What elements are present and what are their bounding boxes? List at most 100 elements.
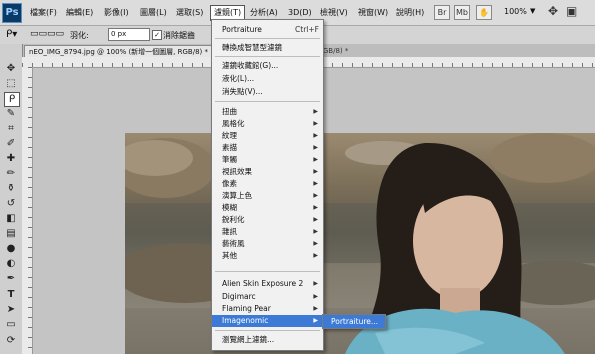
marquee-tool-icon[interactable]: ⬚ [4,77,18,90]
menu-item-label: 液化(L)... [222,74,255,83]
menu-item-noise[interactable]: 雜訊 ▶ [212,226,323,238]
menu-item-label: 藝術風 [222,239,245,248]
pen-tool-icon[interactable]: ✒ [4,272,18,285]
mini-bridge-icon[interactable]: Mb [454,5,470,20]
selection-mode-icon[interactable]: ▭▭▭▭ [30,29,64,39]
menu-item-label: 消失點(V)... [222,87,263,96]
menu-item-label: 視訊效果 [222,167,252,176]
menu-item-liquify[interactable]: 液化(L)... [212,73,323,85]
feather-input[interactable]: 0 px [108,28,150,41]
menu-item-vanishing-point[interactable]: 消失點(V)... [212,86,323,98]
healing-brush-tool-icon[interactable]: ✚ [4,152,18,165]
menu-item-sketch[interactable]: 素描 ▶ [212,142,323,154]
submenu-arrow-icon: ▶ [313,216,318,223]
quick-select-tool-icon[interactable]: ✎ [4,107,18,120]
menu-item-label: 紋理 [222,131,237,140]
submenu-arrow-icon: ▶ [313,228,318,235]
menu-item-distort[interactable]: 扭曲 ▶ [212,106,323,118]
3d-rotate-tool-icon[interactable]: ⟳ [4,334,18,347]
menu-item-label: 素描 [222,143,237,152]
submenu-arrow-icon: ▶ [313,132,318,139]
menu-item-label: Alien Skin Exposure 2 [222,279,304,288]
menu-item-smart-filters[interactable]: 轉換成智慧型濾鏡 [212,42,323,54]
antialias-label: 消除鋸齒 [163,31,195,40]
clone-stamp-tool-icon[interactable]: ⚱ [4,182,18,195]
menu-3d[interactable]: 3D(D) [288,7,312,19]
bridge-icon[interactable]: Br [434,5,450,20]
submenu-arrow-icon: ▶ [313,240,318,247]
blur-tool-icon[interactable]: ● [4,242,18,255]
shape-tool-icon[interactable]: ▭ [4,318,18,331]
gradient-tool-icon[interactable]: ▤ [4,227,18,240]
feather-label: 羽化: [70,31,89,40]
menu-image[interactable]: 影像(I) [104,7,129,19]
chevron-down-icon[interactable]: ▼ [530,7,535,15]
menu-item-brush-strokes[interactable]: 筆觸 ▶ [212,154,323,166]
menu-item-artistic[interactable]: 藝術風 ▶ [212,238,323,250]
menu-item-sharpen[interactable]: 銳利化 ▶ [212,214,323,226]
menu-item-label: 筆觸 [222,155,237,164]
dodge-tool-icon[interactable]: ◐ [4,257,18,270]
menu-item-alien-skin[interactable]: Alien Skin Exposure 2 ▶ [212,278,323,290]
menu-view[interactable]: 檢視(V) [320,7,348,19]
menu-file[interactable]: 檔案(F) [30,7,57,19]
menu-item-browse-online[interactable]: 瀏覽網上濾鏡... [212,334,323,346]
eyedropper-tool-icon[interactable]: ✐ [4,137,18,150]
move-tool-icon[interactable]: ✥ [4,62,18,75]
type-tool-icon[interactable]: T [4,288,18,301]
crop-tool-icon[interactable]: ⌗ [4,122,18,135]
menu-divider [215,271,320,272]
menu-item-label: Digimarc [222,292,256,301]
menu-item-label: Flaming Pear [222,304,271,313]
menu-select[interactable]: 選取(S) [176,7,203,19]
menu-item-digimarc[interactable]: Digimarc ▶ [212,291,323,303]
photoshop-logo-icon[interactable]: Ps [2,3,22,23]
submenu-item-portraiture[interactable]: Portraiture... [323,315,385,328]
menu-item-render[interactable]: 演算上色 ▶ [212,190,323,202]
menu-item-pixelate[interactable]: 像素 ▶ [212,178,323,190]
menu-window[interactable]: 視窗(W) [358,7,388,19]
menu-item-last-filter[interactable]: Portraiture Ctrl+F [212,24,323,36]
submenu-arrow-icon: ▶ [313,280,318,287]
menu-item-label: 雜訊 [222,227,237,236]
menu-help[interactable]: 說明(H) [396,7,424,19]
hand-tool-icon[interactable]: ✋ [476,5,492,20]
lasso-tool-icon[interactable]: ᑭ [4,92,20,107]
menu-item-label: 轉換成智慧型濾鏡 [222,43,282,52]
arrange-icon[interactable]: ✥ [548,4,558,18]
submenu-arrow-icon: ▶ [313,305,318,312]
menu-item-video[interactable]: 視訊效果 ▶ [212,166,323,178]
path-select-tool-icon[interactable]: ➤ [4,303,18,316]
brush-tool-icon[interactable]: ✏ [4,167,18,180]
menu-analysis[interactable]: 分析(A) [250,7,278,19]
eraser-tool-icon[interactable]: ◧ [4,212,18,225]
screen-mode-icon[interactable]: ▣ [566,4,577,18]
filter-menu: Portraiture Ctrl+F 轉換成智慧型濾鏡 濾鏡收藏館(G)... … [211,19,324,351]
submenu-arrow-icon: ▶ [313,192,318,199]
menu-item-label: 扭曲 [222,107,237,116]
menu-item-other[interactable]: 其他 ▶ [212,250,323,262]
submenu-arrow-icon: ▶ [313,204,318,211]
menu-item-label: 像素 [222,179,237,188]
menu-item-shortcut: Ctrl+F [295,25,319,34]
menu-item-blur[interactable]: 模糊 ▶ [212,202,323,214]
menu-item-imagenomic[interactable]: Imagenomic ▶ [212,315,323,327]
menu-item-label: 銳利化 [222,215,245,224]
submenu-arrow-icon: ▶ [313,168,318,175]
menu-divider [215,56,320,57]
menu-item-stylize[interactable]: 風格化 ▶ [212,118,323,130]
menu-item-label: 模糊 [222,203,237,212]
imagenomic-submenu: Portraiture... [322,314,386,329]
menu-item-texture[interactable]: 紋理 ▶ [212,130,323,142]
menu-item-filter-gallery[interactable]: 濾鏡收藏館(G)... [212,60,323,72]
submenu-arrow-icon: ▶ [313,108,318,115]
menu-item-label: 濾鏡收藏館(G)... [222,61,279,70]
antialias-checkbox[interactable]: ✓ [152,30,162,40]
menu-edit[interactable]: 編輯(E) [66,7,93,19]
history-brush-tool-icon[interactable]: ↺ [4,197,18,210]
submenu-arrow-icon: ▶ [313,120,318,127]
menu-item-flaming-pear[interactable]: Flaming Pear ▶ [212,303,323,315]
lasso-preset-icon[interactable]: ᑭ▾ [6,29,17,40]
zoom-level[interactable]: 100% [504,7,527,16]
menu-layer[interactable]: 圖層(L) [140,7,167,19]
